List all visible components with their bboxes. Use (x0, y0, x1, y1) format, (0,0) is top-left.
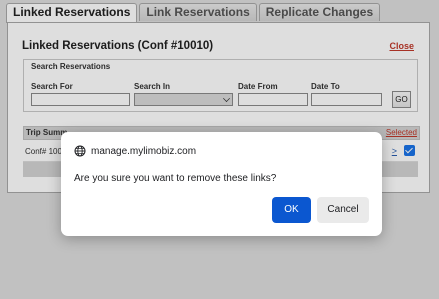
dialog-origin: manage.mylimobiz.com (74, 145, 196, 157)
globe-icon (74, 145, 86, 157)
cancel-button[interactable]: Cancel (317, 197, 369, 223)
confirm-dialog: manage.mylimobiz.com Are you sure you wa… (61, 132, 382, 236)
ok-button[interactable]: OK (272, 197, 311, 223)
dialog-message: Are you sure you want to remove these li… (74, 173, 277, 184)
dialog-origin-text: manage.mylimobiz.com (91, 145, 197, 157)
